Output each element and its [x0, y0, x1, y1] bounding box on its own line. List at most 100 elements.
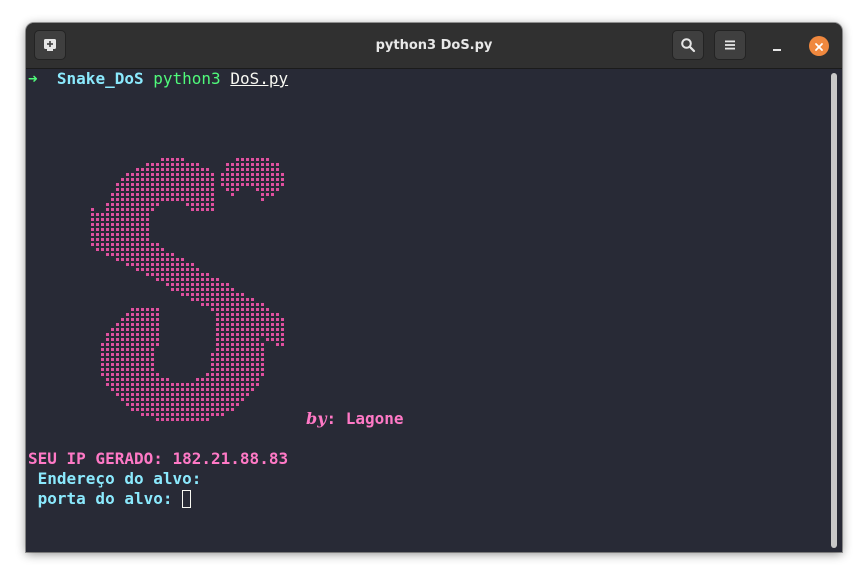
ascii-art-dot	[116, 343, 119, 346]
ascii-art-dot	[121, 233, 124, 236]
close-icon	[814, 37, 824, 56]
ascii-art-dot	[271, 318, 274, 321]
ascii-art-dot	[216, 393, 219, 396]
ascii-art-dot	[141, 328, 144, 331]
ascii-art-dot	[246, 313, 249, 316]
ascii-art-dot	[236, 183, 239, 186]
ascii-art-dot	[166, 168, 169, 171]
ascii-art-dot	[151, 378, 154, 381]
ascii-art-dot	[266, 168, 269, 171]
ascii-art-dot	[256, 373, 259, 376]
ascii-art-dot	[256, 158, 259, 161]
new-tab-button[interactable]	[34, 30, 66, 60]
ascii-art-dot	[241, 348, 244, 351]
ascii-art-dot	[196, 163, 199, 166]
ascii-art-dot	[131, 408, 134, 411]
ascii-art-dot	[186, 198, 189, 201]
ascii-art-dot	[151, 403, 154, 406]
ascii-art-dot	[131, 363, 134, 366]
ascii-art-dot	[281, 323, 284, 326]
terminal-window: python3 DoS.py ➜ Snake_DoS python3 DoS.p…	[26, 23, 842, 552]
ascii-art-dot	[211, 378, 214, 381]
ascii-art-dot	[201, 288, 204, 291]
ascii-art-dot	[106, 233, 109, 236]
ascii-art-dot	[251, 358, 254, 361]
ascii-art-dot	[121, 213, 124, 216]
ascii-art-dot	[141, 243, 144, 246]
ascii-art-dot	[101, 373, 104, 376]
ascii-art-dot	[136, 268, 139, 271]
ascii-art-dot	[151, 198, 154, 201]
ascii-art-dot	[221, 308, 224, 311]
ascii-art-dot	[161, 168, 164, 171]
terminal-area[interactable]: ➜ Snake_DoS python3 DoS.py by: Lagone SE…	[26, 69, 842, 552]
ascii-art-dot	[111, 378, 114, 381]
ascii-art-dot	[186, 163, 189, 166]
ascii-art-dot	[206, 208, 209, 211]
ascii-art-dot	[151, 318, 154, 321]
ascii-art-dot	[216, 298, 219, 301]
close-button[interactable]	[809, 36, 829, 56]
ascii-art-dot	[266, 178, 269, 181]
ascii-art-dot	[171, 273, 174, 276]
ascii-art-dot	[126, 328, 129, 331]
ascii-art-dot	[136, 203, 139, 206]
ascii-art-dot	[151, 208, 154, 211]
minimize-button[interactable]	[767, 36, 787, 56]
ascii-art-dot	[276, 163, 279, 166]
ascii-art-dot	[206, 178, 209, 181]
ascii-art-dot	[116, 383, 119, 386]
ascii-art-dot	[196, 273, 199, 276]
ascii-art-dot	[151, 178, 154, 181]
ascii-art-dot	[226, 363, 229, 366]
ascii-art-dot	[236, 343, 239, 346]
ascii-art-dot	[146, 323, 149, 326]
ascii-art-dot	[131, 248, 134, 251]
ascii-art-dot	[131, 338, 134, 341]
ascii-art-dot	[191, 178, 194, 181]
ascii-art-dot	[111, 333, 114, 336]
hamburger-menu-icon	[724, 39, 736, 51]
ascii-art-dot	[241, 398, 244, 401]
ascii-art-dot	[241, 163, 244, 166]
ascii-art-dot	[186, 168, 189, 171]
ascii-art-dot	[126, 393, 129, 396]
ascii-art-dot	[201, 403, 204, 406]
search-button[interactable]	[672, 30, 704, 60]
ascii-art-dot	[121, 338, 124, 341]
ascii-art-dot	[126, 333, 129, 336]
ascii-art-dot	[171, 188, 174, 191]
ascii-art-dot	[131, 403, 134, 406]
ascii-art-dot	[221, 328, 224, 331]
ascii-art-dot	[141, 218, 144, 221]
ascii-art-dot	[126, 358, 129, 361]
ascii-art-dot	[166, 158, 169, 161]
ascii-art-dot	[246, 158, 249, 161]
ascii-art-dot	[151, 203, 154, 206]
ascii-art-dot	[186, 293, 189, 296]
ascii-art-dot	[141, 348, 144, 351]
ascii-art-dot	[256, 178, 259, 181]
ascii-art-dot	[121, 193, 124, 196]
ascii-art-dot	[226, 378, 229, 381]
ascii-art-dot	[131, 328, 134, 331]
ascii-art-dot	[166, 178, 169, 181]
ascii-art-dot	[166, 408, 169, 411]
ascii-art-dot	[271, 333, 274, 336]
title-bar[interactable]: python3 DoS.py	[26, 23, 842, 69]
ascii-art-dot	[226, 173, 229, 176]
menu-button[interactable]	[714, 30, 746, 60]
credit-separator: :	[326, 409, 337, 428]
ascii-art-dot	[156, 193, 159, 196]
ascii-art-dot	[141, 268, 144, 271]
ascii-art-dot	[136, 328, 139, 331]
ascii-art-dot	[251, 313, 254, 316]
ascii-art-dot	[121, 198, 124, 201]
ascii-art-dot	[231, 328, 234, 331]
ascii-art-dot	[101, 238, 104, 241]
ascii-art-dot	[116, 213, 119, 216]
scrollbar-thumb[interactable]	[831, 73, 837, 548]
ascii-art-dot	[276, 168, 279, 171]
ascii-art-dot	[211, 278, 214, 281]
ascii-art-dot	[221, 403, 224, 406]
